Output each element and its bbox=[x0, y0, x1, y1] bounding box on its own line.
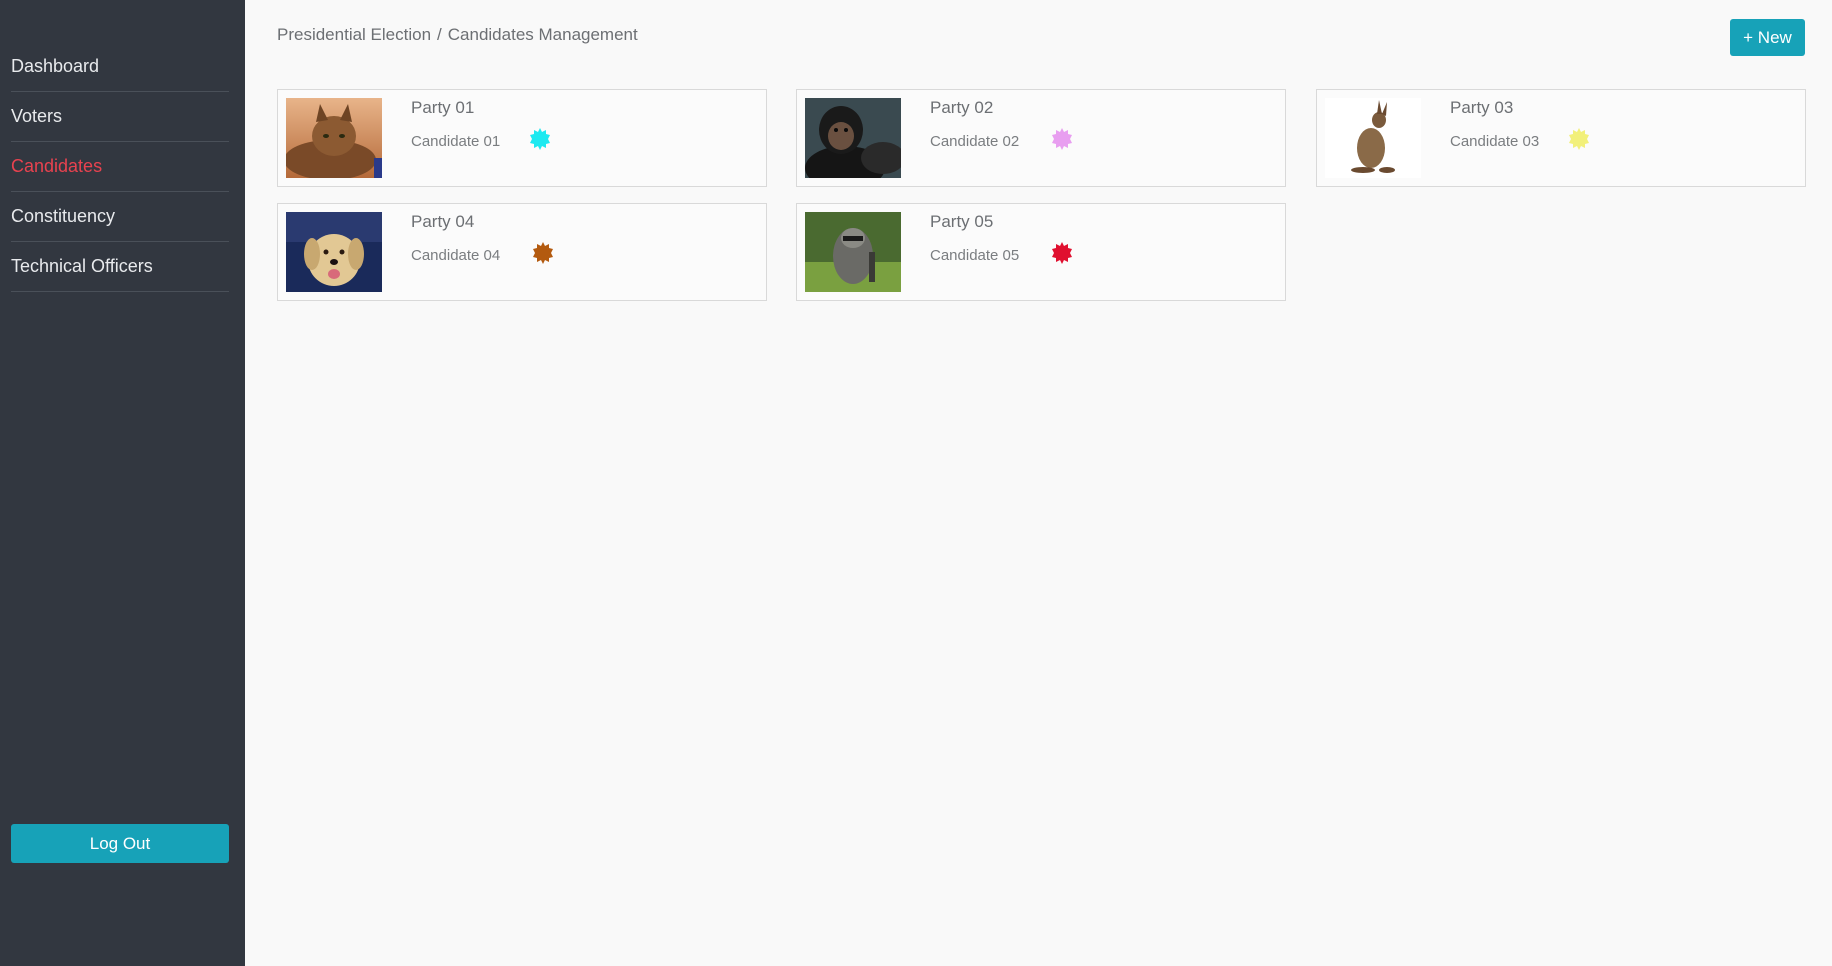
raccoon-photo bbox=[805, 212, 901, 292]
chimpanzee-photo bbox=[805, 98, 901, 178]
kangaroo-photo bbox=[1325, 98, 1421, 178]
dog-photo bbox=[286, 212, 382, 292]
sidebar-nav: Dashboard Voters Candidates Constituency… bbox=[11, 42, 229, 292]
candidate-name: Candidate 05 bbox=[930, 247, 1020, 264]
candidate-card[interactable]: Party 04 Candidate 04 bbox=[277, 203, 767, 301]
candidate-card[interactable]: Party 03 Candidate 03 bbox=[1316, 89, 1806, 187]
candidate-card[interactable]: Party 05 Candidate 05 bbox=[796, 203, 1286, 301]
party-name: Party 03 bbox=[1450, 98, 1514, 117]
symbol-star bbox=[1052, 128, 1072, 150]
cat-photo bbox=[286, 98, 382, 178]
symbol-star bbox=[1569, 128, 1589, 150]
sidebar-item-voters[interactable]: Voters bbox=[11, 92, 229, 142]
candidate-card[interactable]: Party 02 Candidate 02 bbox=[796, 89, 1286, 187]
party-name: Party 01 bbox=[411, 98, 475, 117]
symbol-star bbox=[530, 128, 550, 150]
sidebar: Dashboard Voters Candidates Constituency… bbox=[0, 0, 245, 966]
candidate-card[interactable]: Party 01 Candidate 01 bbox=[277, 89, 767, 187]
candidate-name: Candidate 03 bbox=[1450, 133, 1540, 150]
symbol-star bbox=[1052, 242, 1072, 264]
sidebar-item-technical-officers[interactable]: Technical Officers bbox=[11, 242, 229, 292]
candidate-name: Candidate 01 bbox=[411, 133, 501, 150]
sidebar-item-dashboard[interactable]: Dashboard bbox=[11, 42, 229, 92]
symbol-star bbox=[533, 242, 553, 264]
party-symbol-icon bbox=[1050, 241, 1074, 265]
candidate-name: Candidate 02 bbox=[930, 133, 1020, 150]
breadcrumb-parent[interactable]: Presidential Election bbox=[277, 25, 431, 44]
main-content: Presidential Election / Candidates Managem… bbox=[245, 0, 1832, 966]
candidate-name: Candidate 04 bbox=[411, 247, 501, 264]
party-symbol-icon bbox=[528, 127, 552, 151]
breadcrumb: Presidential Election / Candidates Managem… bbox=[277, 25, 638, 45]
new-candidate-button[interactable]: + New bbox=[1730, 19, 1805, 56]
party-name: Party 05 bbox=[930, 212, 994, 231]
party-name: Party 02 bbox=[930, 98, 994, 117]
party-symbol-icon bbox=[531, 241, 555, 265]
party-symbol-icon bbox=[1567, 127, 1591, 151]
sidebar-item-constituency[interactable]: Constituency bbox=[11, 192, 229, 242]
logout-button[interactable]: Log Out bbox=[11, 824, 229, 863]
breadcrumb-separator: / bbox=[437, 25, 442, 44]
sidebar-item-candidates[interactable]: Candidates bbox=[11, 142, 229, 192]
party-symbol-icon bbox=[1050, 127, 1074, 151]
breadcrumb-current: Candidates Management bbox=[447, 25, 638, 44]
party-name: Party 04 bbox=[411, 212, 475, 231]
